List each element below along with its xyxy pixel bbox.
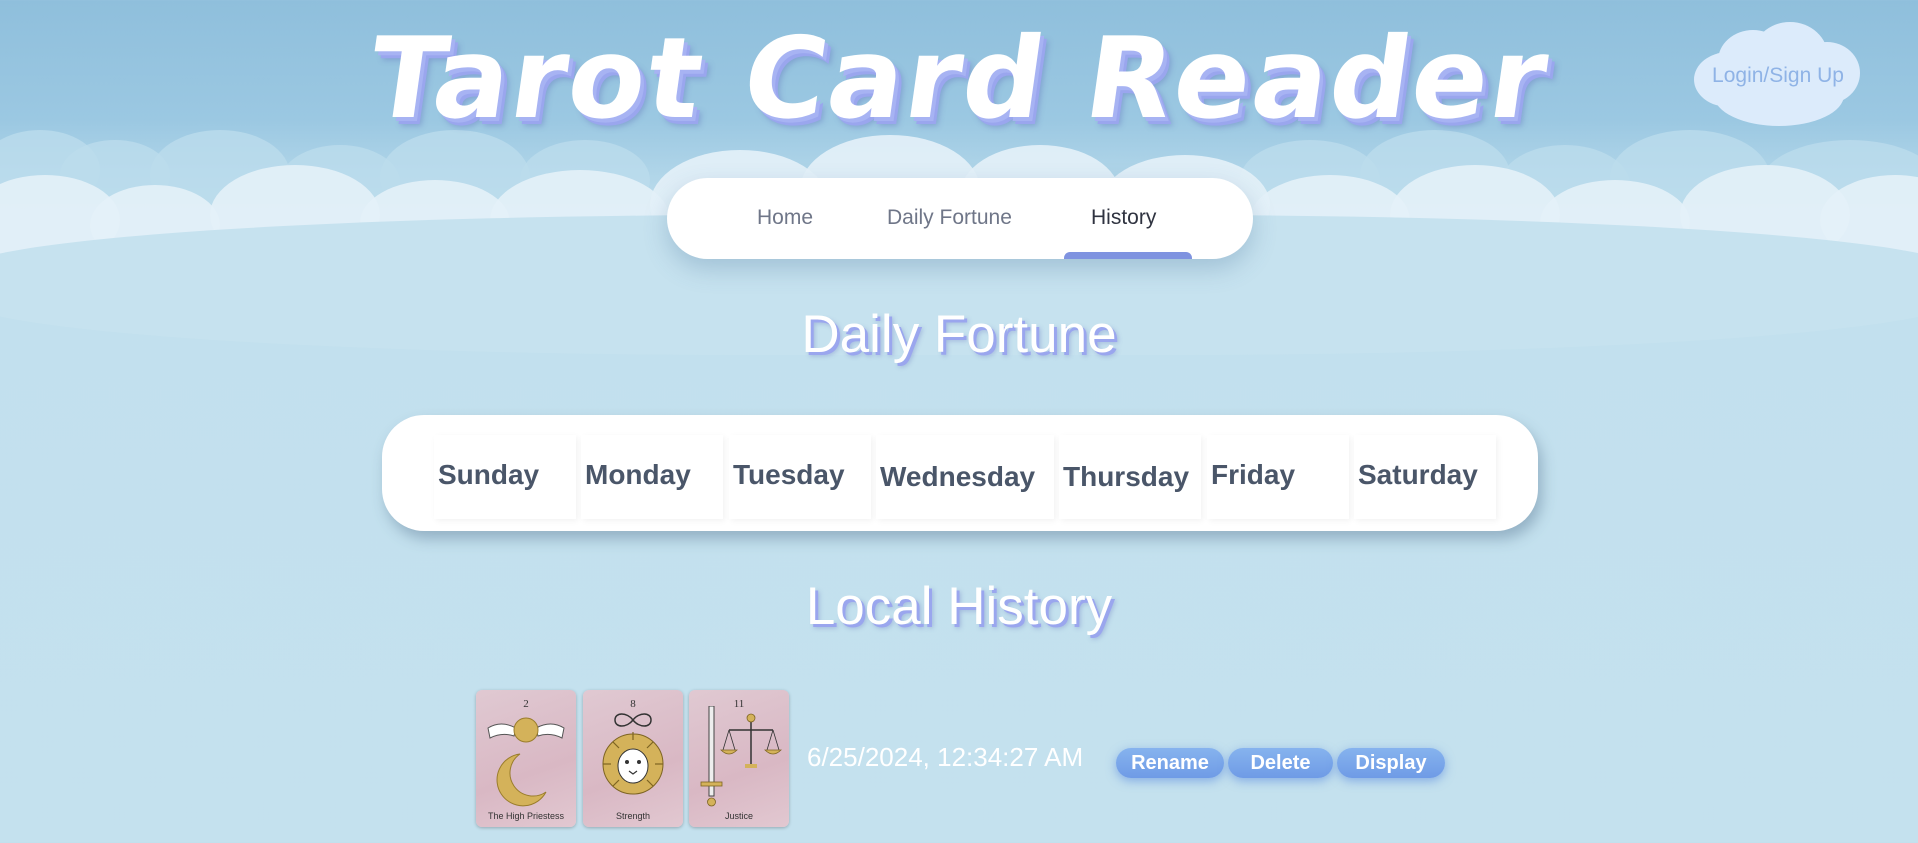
day-label: Thursday xyxy=(1063,461,1190,492)
scales-sword-icon xyxy=(700,706,782,807)
day-monday[interactable]: Monday xyxy=(581,435,723,519)
nav-active-indicator xyxy=(1064,252,1192,259)
history-timestamp: 6/25/2024, 12:34:27 AM xyxy=(807,742,1084,772)
day-sunday[interactable]: Sunday xyxy=(434,435,576,519)
delete-button[interactable]: Delete xyxy=(1228,748,1333,778)
nav-daily-fortune[interactable]: Daily Fortune xyxy=(887,206,1012,230)
tarot-card: 2 The High Priestess xyxy=(476,690,576,827)
card-name: Strength xyxy=(615,811,651,821)
app-title: Tarot Card Reader xyxy=(361,14,1557,144)
day-label: Sunday xyxy=(438,459,540,490)
moon-priestess-icon xyxy=(487,717,565,807)
main-nav: Home Daily Fortune History xyxy=(667,178,1253,259)
rename-button[interactable]: Rename xyxy=(1116,748,1224,778)
day-selector: Sunday Monday Tuesday Wednesday Thursday… xyxy=(382,415,1538,531)
day-label: Saturday xyxy=(1358,459,1478,490)
nav-history[interactable]: History xyxy=(1091,206,1156,230)
day-tuesday[interactable]: Tuesday xyxy=(729,435,871,519)
day-wednesday[interactable]: Wednesday xyxy=(876,435,1054,519)
nav-home[interactable]: Home xyxy=(757,206,813,230)
local-history-title: Local History xyxy=(805,577,1113,636)
day-label: Tuesday xyxy=(733,459,845,490)
card-name: The High Priestess xyxy=(487,811,565,821)
login-signup-label[interactable]: Login/Sign Up xyxy=(1694,64,1862,88)
day-label: Monday xyxy=(585,459,691,490)
daily-fortune-title: Daily Fortune xyxy=(801,305,1117,364)
day-saturday[interactable]: Saturday xyxy=(1354,435,1496,519)
day-thursday[interactable]: Thursday xyxy=(1059,435,1201,519)
card-name: Justice xyxy=(724,811,753,821)
lion-icon xyxy=(602,713,664,795)
tarot-card: 11 Justice xyxy=(689,690,789,827)
login-signup-button[interactable]: Login/Sign Up xyxy=(1694,22,1862,130)
day-friday[interactable]: Friday xyxy=(1207,435,1349,519)
day-label: Wednesday xyxy=(880,461,1036,492)
display-button[interactable]: Display xyxy=(1337,748,1445,778)
tarot-card: 8 Strength xyxy=(583,690,683,827)
day-label: Friday xyxy=(1211,459,1296,490)
